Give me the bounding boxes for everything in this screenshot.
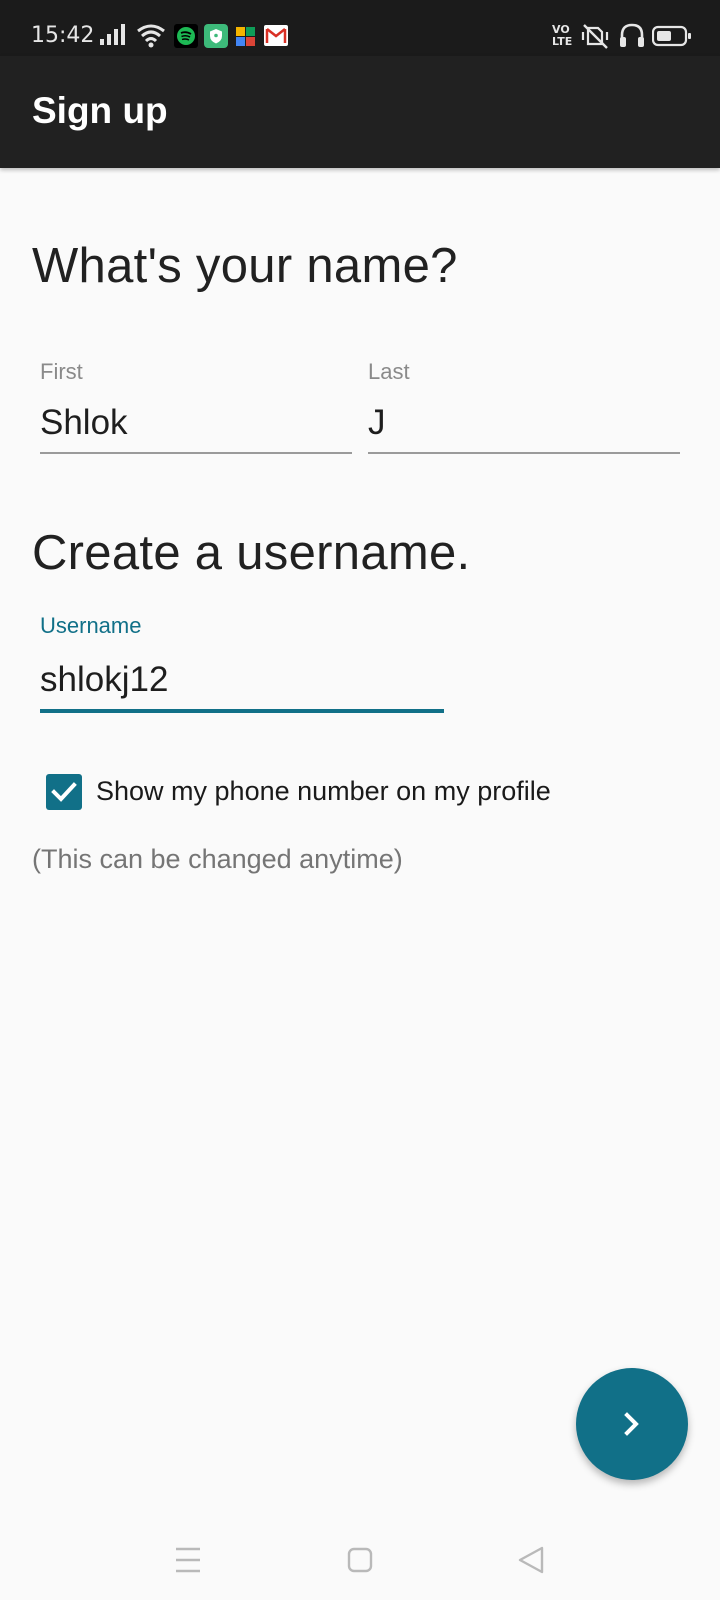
first-name-field[interactable]: First Shlok [40,359,352,455]
volte-icon: VO LTE [552,23,572,48]
battery-icon [652,25,691,47]
home-icon [347,1547,373,1573]
signal-icon [100,24,125,45]
first-name-label: First [40,359,83,384]
puzzle-icon [236,27,255,46]
gmail-icon [264,25,288,46]
checkmark-icon [51,782,77,802]
headphones-icon [620,23,644,47]
vibrate-off-icon [581,24,609,49]
sign-up-screen: 15:42 VO LTE Sign up What's your name? F… [0,0,720,1600]
change-hint: (This can be changed anytime) [32,844,403,874]
nav-home-button[interactable] [334,1534,386,1586]
name-heading: What's your name? [32,239,458,293]
page-title: Sign up [32,90,168,131]
username-heading: Create a username. [32,526,471,580]
status-time: 15:42 [31,23,95,48]
show-phone-option[interactable]: Show my phone number on my profile [44,772,584,812]
last-name-label: Last [368,359,410,384]
last-name-underline [368,452,680,454]
chevron-right-icon [624,1412,639,1436]
nav-menu-button[interactable] [162,1534,214,1586]
username-input[interactable]: shlokj12 [40,660,444,700]
vpn-icon [204,24,228,48]
show-phone-label[interactable]: Show my phone number on my profile [96,776,551,807]
app-bar: Sign up [0,56,720,168]
status-bar: 15:42 VO LTE [0,0,720,56]
username-underline [40,709,444,713]
last-name-field[interactable]: Last J [368,359,680,455]
menu-icon [176,1547,200,1573]
spotify-icon [174,24,198,48]
system-nav-bar [0,1520,720,1600]
back-icon [518,1546,544,1574]
last-name-input[interactable]: J [368,403,680,443]
username-field[interactable]: Username shlokj12 [40,613,444,715]
wifi-icon [137,24,165,48]
nav-back-button[interactable] [506,1534,558,1586]
svg-text:LTE: LTE [552,35,572,48]
username-label: Username [40,613,142,638]
first-name-underline [40,452,352,454]
next-button[interactable] [576,1368,688,1480]
first-name-input[interactable]: Shlok [40,403,352,443]
show-phone-checkbox[interactable] [46,774,82,810]
